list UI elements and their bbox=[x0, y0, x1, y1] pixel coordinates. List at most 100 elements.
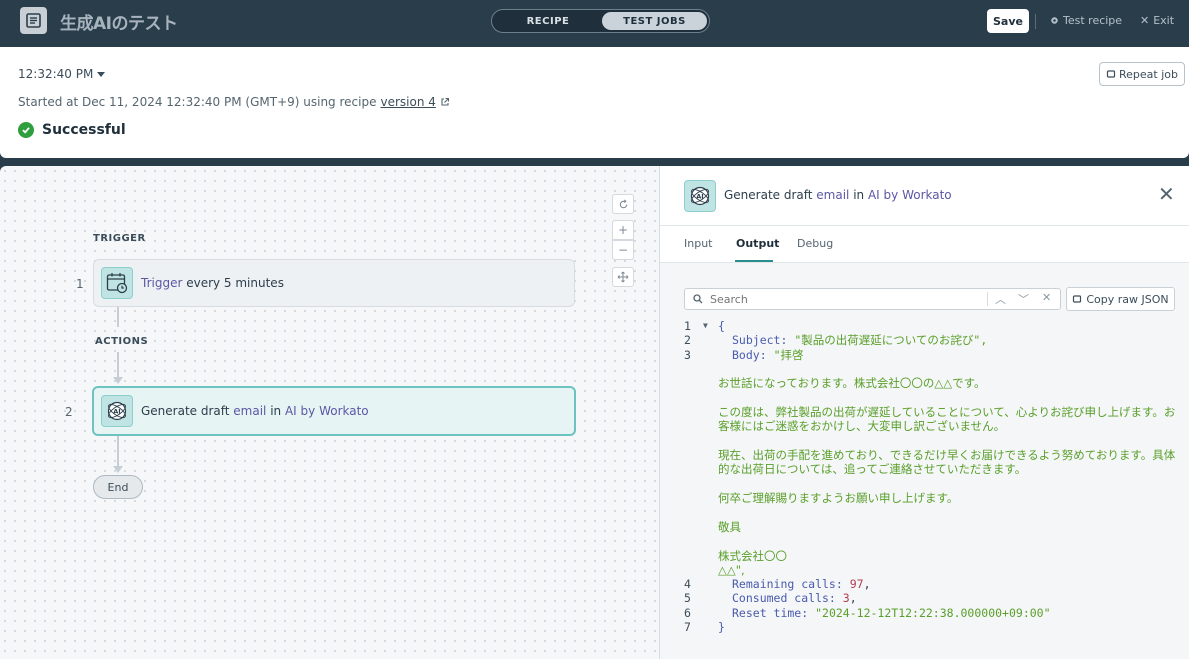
json-value: "拝啓 bbox=[773, 347, 804, 362]
body-text: 株式会社〇〇 bbox=[718, 549, 787, 563]
job-time-dropdown[interactable]: 12:32:40 PM bbox=[18, 67, 106, 81]
test-recipe-button[interactable]: Test recipe bbox=[1050, 14, 1122, 27]
connector-line bbox=[117, 352, 119, 378]
tab-test-jobs[interactable]: TEST JOBS bbox=[602, 12, 707, 30]
line-number: 3 bbox=[684, 347, 691, 362]
check-circle-icon bbox=[18, 122, 34, 138]
json-value: 97 bbox=[849, 577, 864, 591]
line-number: 7 bbox=[684, 620, 691, 635]
trigger-header: TRIGGER bbox=[93, 233, 146, 244]
connector-line bbox=[117, 436, 119, 467]
step-prefix: Generate draft bbox=[141, 404, 234, 418]
line-number: 5 bbox=[684, 591, 691, 606]
next-match-icon[interactable]: ﹀ bbox=[1018, 291, 1029, 307]
line-number: 1 bbox=[684, 319, 691, 333]
copy-label: Copy raw JSON bbox=[1086, 292, 1169, 306]
json-key: Consumed calls: bbox=[732, 591, 836, 606]
clear-search-icon[interactable]: ✕ bbox=[1042, 291, 1051, 304]
collapse-icon[interactable]: ▼ bbox=[703, 319, 708, 333]
panel-title: Generate draft email in AI by Workato bbox=[724, 188, 952, 202]
status-label: Successful bbox=[42, 122, 126, 138]
repeat-job-label: Repeat job bbox=[1119, 67, 1178, 81]
chevron-down-icon bbox=[97, 71, 106, 77]
line-number: 4 bbox=[684, 577, 691, 591]
job-status: Successful bbox=[18, 122, 126, 138]
job-header: 12:32:40 PM Repeat job Started at Dec 11… bbox=[0, 47, 1189, 158]
step-number: 1 bbox=[76, 277, 84, 291]
connector-line bbox=[117, 307, 119, 327]
step-title: Trigger every 5 minutes bbox=[141, 276, 284, 290]
repeat-icon bbox=[1106, 70, 1116, 78]
copy-icon bbox=[1073, 295, 1082, 303]
zoom-in-button[interactable]: + bbox=[612, 220, 634, 240]
json-value: "製品の出荷遅延についてのお詫び", bbox=[794, 333, 988, 348]
trigger-link[interactable]: Trigger bbox=[141, 276, 182, 290]
job-time: 12:32:40 PM bbox=[18, 67, 94, 81]
app-link[interactable]: AI by Workato bbox=[285, 404, 369, 418]
json-key: Body: bbox=[732, 347, 767, 362]
json-line: Consumed calls: 3, bbox=[732, 591, 857, 606]
body-text: △△", bbox=[718, 563, 745, 577]
line-number: 2 bbox=[684, 333, 691, 348]
ai-icon: AI bbox=[684, 180, 716, 212]
exit-button[interactable]: ✕ Exit bbox=[1140, 14, 1174, 27]
search-input[interactable] bbox=[710, 291, 980, 307]
open-brace: { bbox=[718, 319, 725, 333]
previous-match-icon[interactable]: ︿ bbox=[995, 291, 1006, 307]
json-line: Remaining calls: 97, bbox=[732, 577, 871, 591]
active-tab-indicator bbox=[735, 260, 773, 262]
repeat-job-button[interactable]: Repeat job bbox=[1099, 62, 1185, 86]
copy-raw-json-button[interactable]: Copy raw JSON bbox=[1066, 287, 1175, 311]
json-key: Reset time: bbox=[732, 605, 809, 620]
save-button[interactable]: Save bbox=[987, 9, 1029, 33]
tab-input[interactable]: Input bbox=[684, 237, 712, 250]
ai-icon: AI bbox=[101, 395, 133, 427]
panel-header: AI Generate draft email in AI by Workato… bbox=[660, 166, 1189, 226]
json-key: Remaining calls: bbox=[732, 577, 843, 591]
step-trigger[interactable]: Trigger every 5 minutes bbox=[93, 259, 575, 307]
recipe-canvas[interactable]: + − TRIGGER 1 Trigger every 5 minutes AC… bbox=[0, 166, 659, 659]
app-link[interactable]: AI by Workato bbox=[868, 188, 952, 202]
search-icon bbox=[693, 294, 703, 304]
json-line: Subject: "製品の出荷遅延についてのお詫び", bbox=[732, 333, 987, 347]
email-link[interactable]: email bbox=[233, 404, 266, 418]
divider bbox=[987, 292, 988, 306]
top-bar: 生成AIのテスト RECIPE TEST JOBS Save Test reci… bbox=[0, 0, 1189, 47]
step-mid: in bbox=[266, 404, 285, 418]
reset-view-icon[interactable] bbox=[612, 194, 634, 214]
svg-text:AI: AI bbox=[113, 408, 120, 416]
arrow-down-icon bbox=[113, 377, 123, 384]
body-text: 現在、出荷の手配を進めており、できるだけ早くお届けできるよう努めております。具体… bbox=[718, 448, 1176, 477]
body-text: この度は、弊社製品の出荷が遅延していることについて、心よりお詫び申し上げます。お… bbox=[718, 405, 1176, 434]
actions-header: ACTIONS bbox=[95, 336, 149, 347]
search-box: ︿ ﹀ ✕ bbox=[684, 288, 1061, 310]
email-link[interactable]: email bbox=[816, 188, 849, 202]
arrow-down-icon bbox=[113, 466, 123, 473]
json-key: Subject: bbox=[732, 333, 788, 348]
tab-debug[interactable]: Debug bbox=[797, 237, 833, 250]
end-node: End bbox=[93, 475, 143, 499]
tab-recipe[interactable]: RECIPE bbox=[494, 12, 602, 30]
trigger-text: every 5 minutes bbox=[182, 276, 284, 290]
line-number: 6 bbox=[684, 605, 691, 620]
recipe-icon[interactable] bbox=[20, 7, 47, 34]
json-value: "2024-12-12T12:22:38.000000+09:00" bbox=[815, 605, 1051, 620]
close-panel-button[interactable]: ✕ bbox=[1158, 184, 1175, 204]
body-text: 何卒ご理解賜りますようお願い申し上げます。 bbox=[718, 491, 959, 505]
step-number: 2 bbox=[65, 405, 73, 419]
started-info: Started at Dec 11, 2024 12:32:40 PM (GMT… bbox=[18, 95, 450, 109]
tab-output[interactable]: Output bbox=[736, 237, 779, 250]
scheduler-icon bbox=[101, 267, 133, 299]
title-mid: in bbox=[849, 188, 868, 202]
version-link[interactable]: version 4 bbox=[380, 95, 435, 109]
step-generate-draft[interactable]: AI Generate draft email in AI by Workato bbox=[92, 386, 576, 436]
close-brace: } bbox=[718, 620, 725, 635]
zoom-out-button[interactable]: − bbox=[612, 240, 634, 260]
step-detail-panel: AI Generate draft email in AI by Workato… bbox=[659, 166, 1189, 659]
svg-text:AI: AI bbox=[696, 193, 703, 201]
title-prefix: Generate draft bbox=[724, 188, 817, 202]
fit-view-icon[interactable] bbox=[612, 267, 634, 287]
started-text: Started at Dec 11, 2024 12:32:40 PM (GMT… bbox=[18, 95, 377, 109]
external-link-icon[interactable] bbox=[440, 97, 450, 107]
test-recipe-label: Test recipe bbox=[1063, 14, 1123, 27]
